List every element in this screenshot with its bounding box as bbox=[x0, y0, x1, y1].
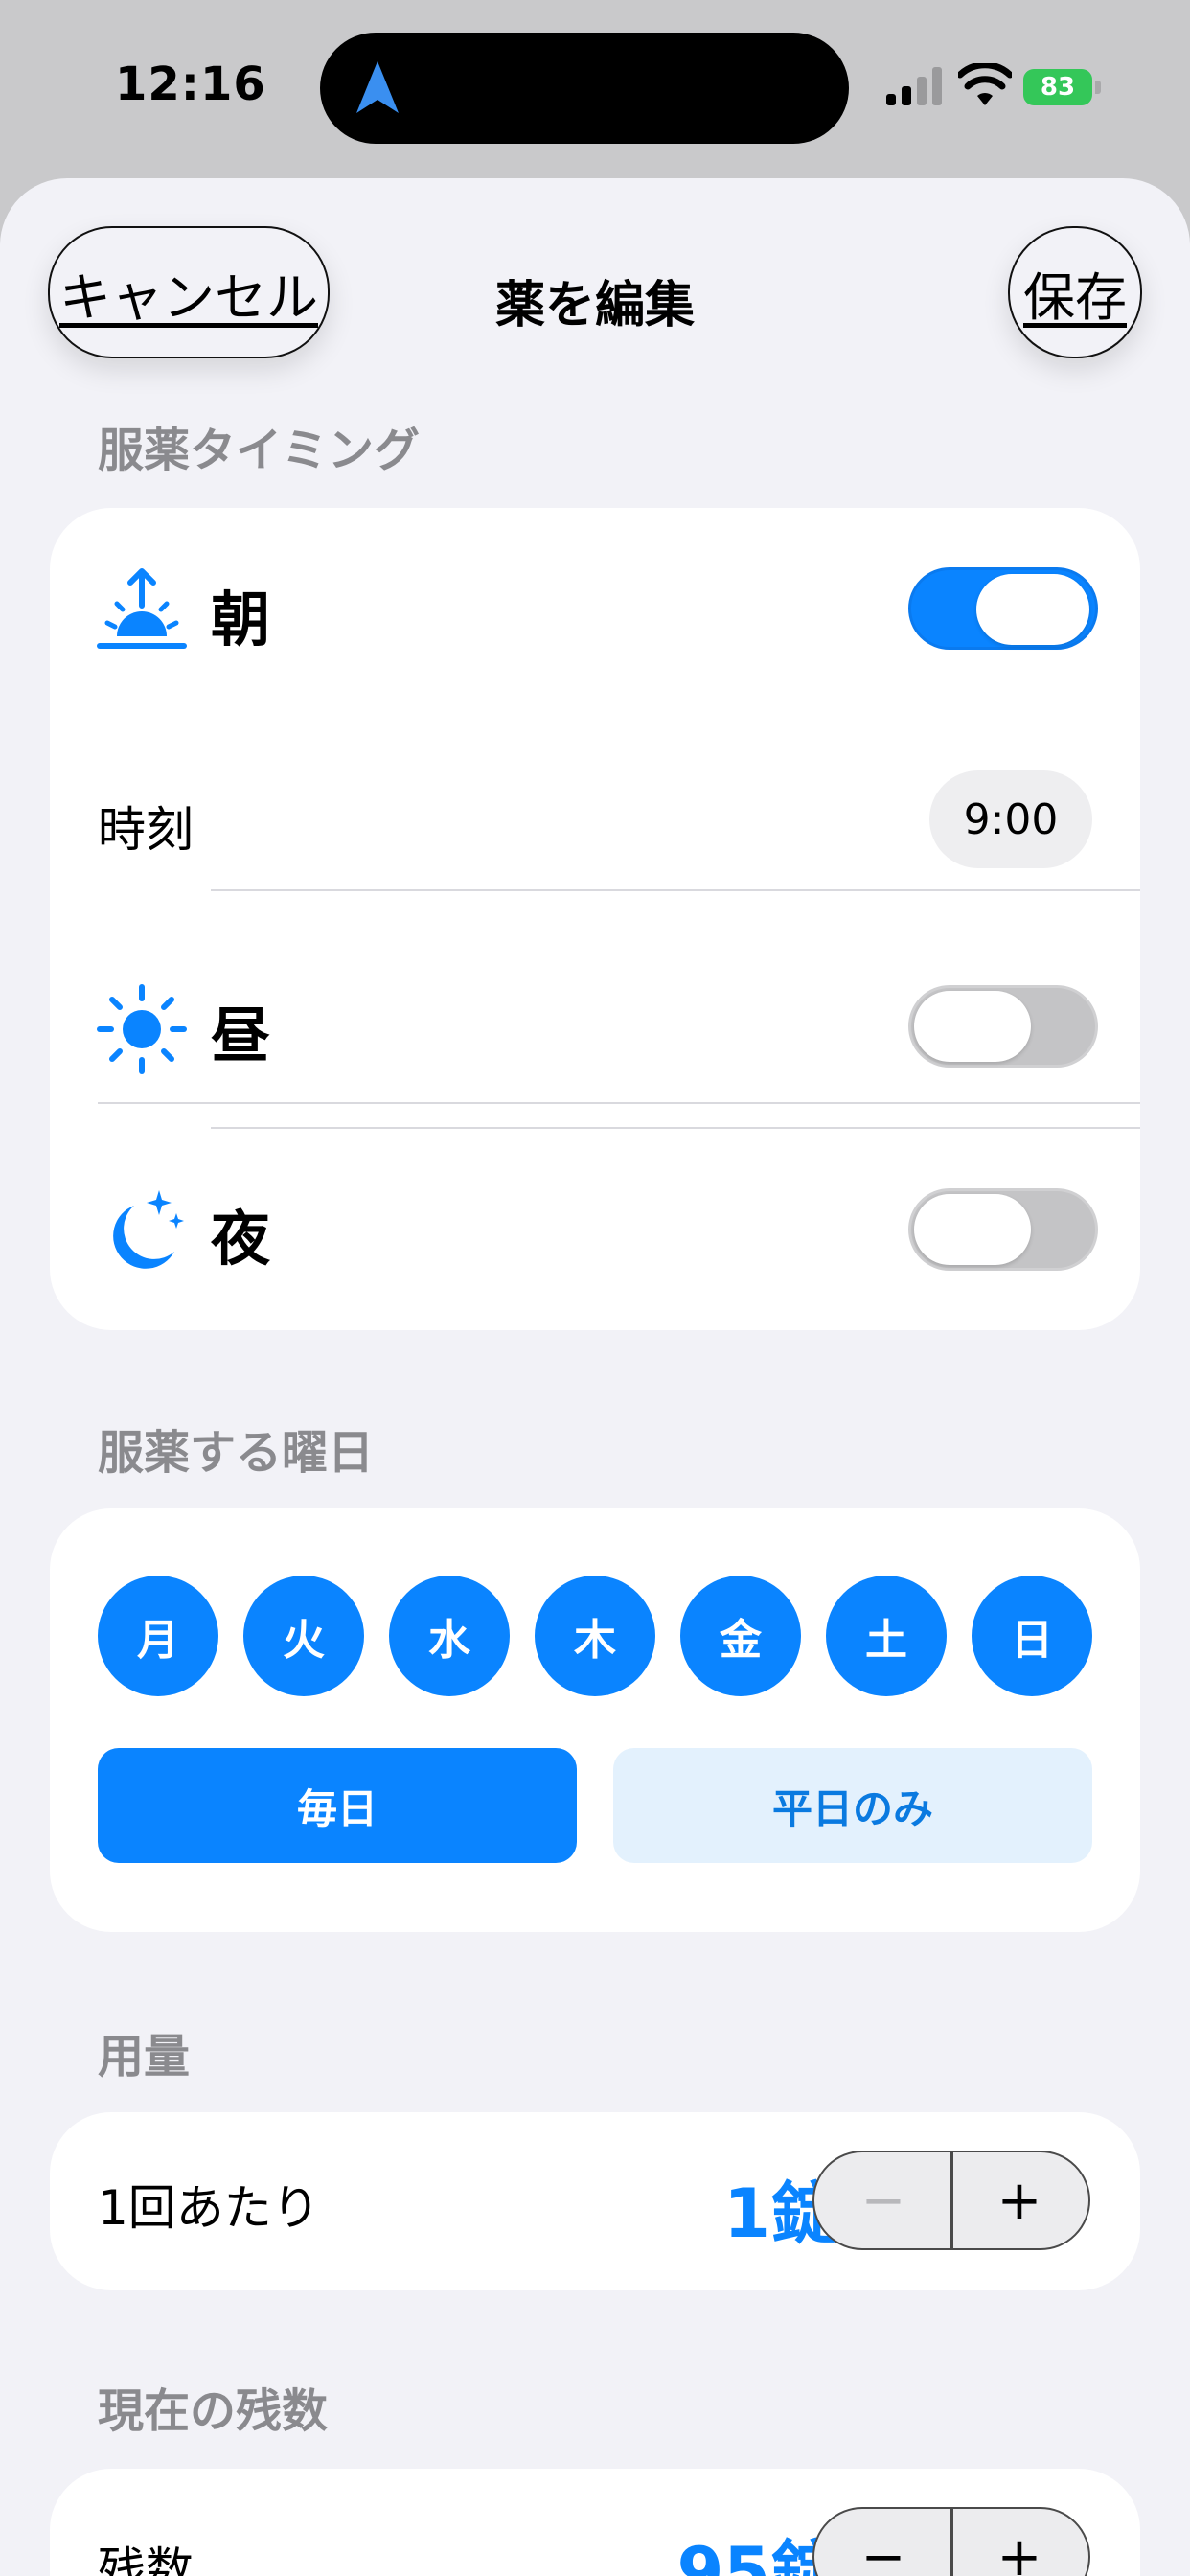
location-arrow-icon bbox=[356, 61, 399, 113]
remaining-card: 残数 95錠 − + bbox=[50, 2469, 1140, 2576]
battery-icon: 83 bbox=[1023, 69, 1102, 105]
time-label: 時刻 bbox=[98, 802, 194, 858]
day-button-sun[interactable]: 日 bbox=[972, 1576, 1092, 1696]
day-button-thu[interactable]: 木 bbox=[535, 1576, 655, 1696]
timing-section-title: 服薬タイミング bbox=[98, 424, 421, 477]
remaining-row-label: 残数 bbox=[98, 2542, 194, 2576]
weekdays-only-button[interactable]: 平日のみ bbox=[613, 1748, 1092, 1863]
moon-stars-icon bbox=[113, 1190, 184, 1269]
every-day-button[interactable]: 毎日 bbox=[98, 1748, 577, 1863]
sun-icon bbox=[97, 984, 187, 1074]
night-toggle[interactable] bbox=[908, 1188, 1098, 1271]
noon-toggle[interactable] bbox=[908, 985, 1098, 1068]
dynamic-island bbox=[320, 33, 849, 144]
day-button-wed[interactable]: 水 bbox=[389, 1576, 510, 1696]
remaining-section-title: 現在の残数 bbox=[98, 2384, 329, 2438]
noon-label: 昼 bbox=[211, 1000, 271, 1070]
morning-toggle[interactable] bbox=[908, 567, 1098, 650]
dosage-increment-button[interactable]: + bbox=[950, 2152, 1088, 2248]
edit-medication-sheet: キャンセル 薬を編集 保存 服薬タイミング 朝 時刻 9:00 昼 夜 服薬する… bbox=[0, 178, 1190, 2576]
sunrise-icon bbox=[97, 568, 187, 649]
night-row: 夜 bbox=[50, 1129, 1140, 1330]
weekdays-card: 月 火 水 木 金 土 日 毎日 平日のみ bbox=[50, 1508, 1140, 1932]
dosage-stepper: − + bbox=[812, 2150, 1090, 2250]
day-button-fri[interactable]: 金 bbox=[680, 1576, 801, 1696]
cellular-signal-icon bbox=[886, 67, 942, 105]
dosage-card: 1回あたり 1錠 − + bbox=[50, 2112, 1140, 2290]
dosage-value: 1錠 bbox=[723, 2174, 837, 2253]
dosage-section-title: 用量 bbox=[98, 2030, 191, 2083]
night-label: 夜 bbox=[211, 1204, 271, 1274]
remaining-value: 95錠 bbox=[676, 2533, 837, 2576]
status-bar: 12:16 83 bbox=[0, 0, 1190, 177]
dosage-decrement-button[interactable]: − bbox=[814, 2152, 952, 2248]
remaining-decrement-button[interactable]: − bbox=[814, 2509, 952, 2576]
remaining-stepper: − + bbox=[812, 2507, 1090, 2576]
battery-level: 83 bbox=[1023, 69, 1092, 105]
day-button-mon[interactable]: 月 bbox=[98, 1576, 218, 1696]
wifi-icon bbox=[958, 63, 1012, 105]
time-picker[interactable]: 9:00 bbox=[929, 770, 1092, 868]
timing-card: 朝 時刻 9:00 昼 夜 bbox=[50, 508, 1140, 1330]
morning-label: 朝 bbox=[211, 585, 271, 655]
status-time: 12:16 bbox=[115, 58, 266, 111]
time-row: 時刻 9:00 bbox=[50, 715, 1140, 924]
weekdays-section-title: 服薬する曜日 bbox=[98, 1426, 375, 1480]
noon-row: 昼 bbox=[50, 926, 1140, 1127]
remaining-increment-button[interactable]: + bbox=[950, 2509, 1088, 2576]
dosage-row-label: 1回あたり bbox=[98, 2180, 320, 2236]
morning-row: 朝 bbox=[50, 508, 1140, 713]
day-button-tue[interactable]: 火 bbox=[243, 1576, 364, 1696]
save-button[interactable]: 保存 bbox=[1008, 226, 1142, 358]
day-button-sat[interactable]: 土 bbox=[826, 1576, 947, 1696]
